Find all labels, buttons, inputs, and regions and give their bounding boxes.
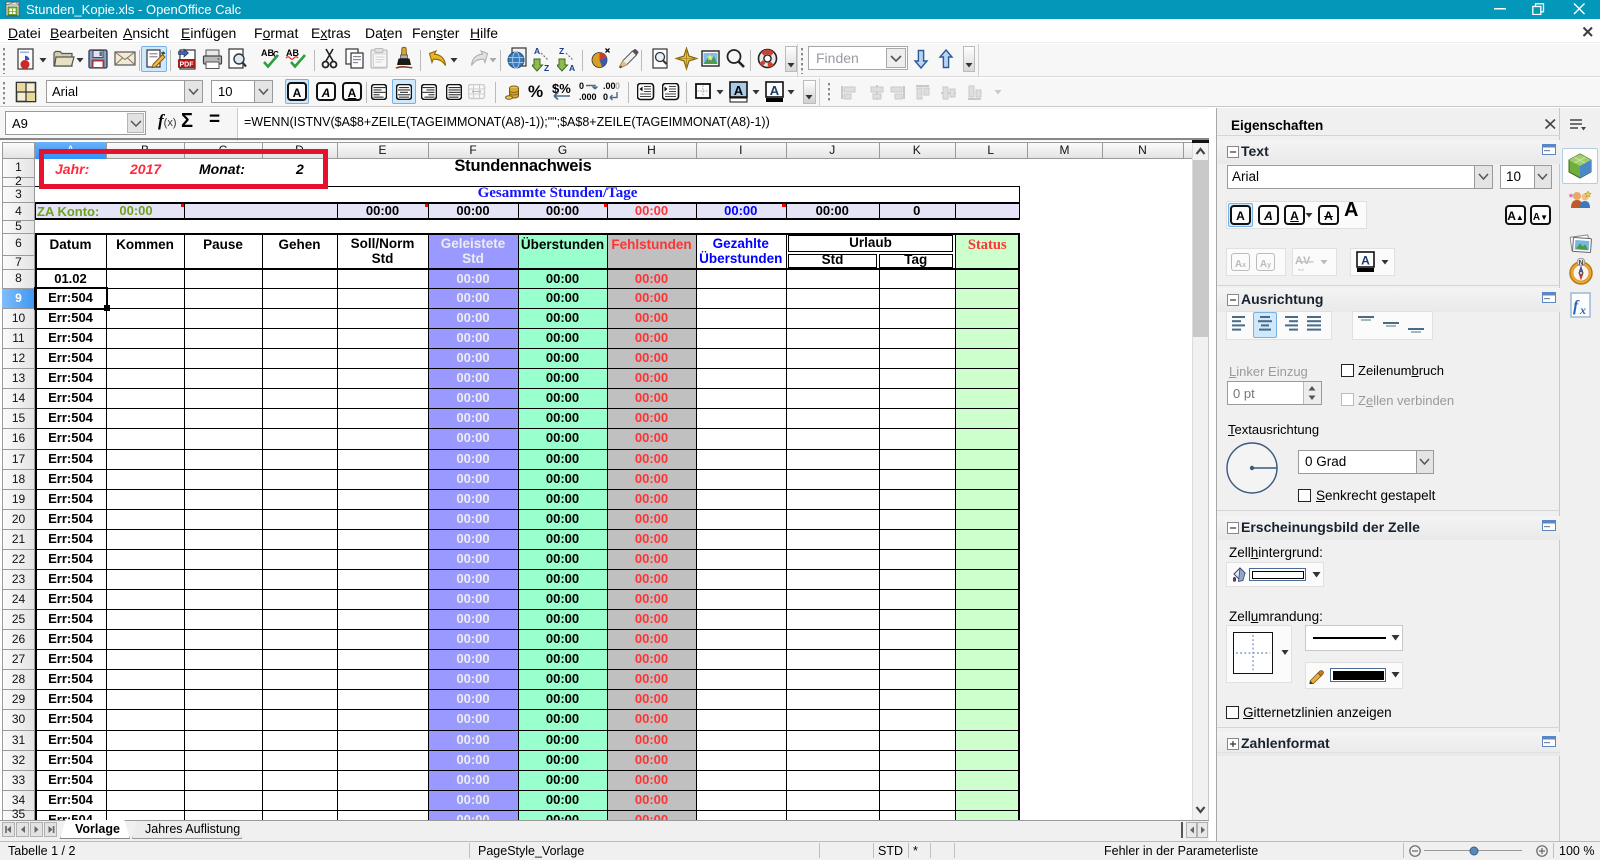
svg-text:$%: $% bbox=[552, 81, 571, 96]
svg-text:A: A bbox=[569, 63, 575, 72]
svg-text:N: N bbox=[1578, 260, 1583, 267]
svg-text:x: x bbox=[1579, 303, 1586, 317]
svg-text:A: A bbox=[770, 83, 780, 98]
svg-text:A: A bbox=[1361, 254, 1370, 268]
svg-text:Z: Z bbox=[544, 63, 549, 72]
svg-text:A: A bbox=[534, 46, 540, 56]
svg-text:.000: .000 bbox=[579, 92, 597, 102]
svg-text:PDF: PDF bbox=[180, 62, 195, 69]
svg-text:A: A bbox=[734, 83, 744, 98]
svg-text:0: 0 bbox=[579, 81, 584, 91]
svg-text:0: 0 bbox=[603, 92, 608, 102]
svg-text:Z: Z bbox=[559, 46, 564, 56]
svg-text:.00: .00 bbox=[603, 81, 616, 91]
svg-text:0: 0 bbox=[615, 81, 620, 91]
